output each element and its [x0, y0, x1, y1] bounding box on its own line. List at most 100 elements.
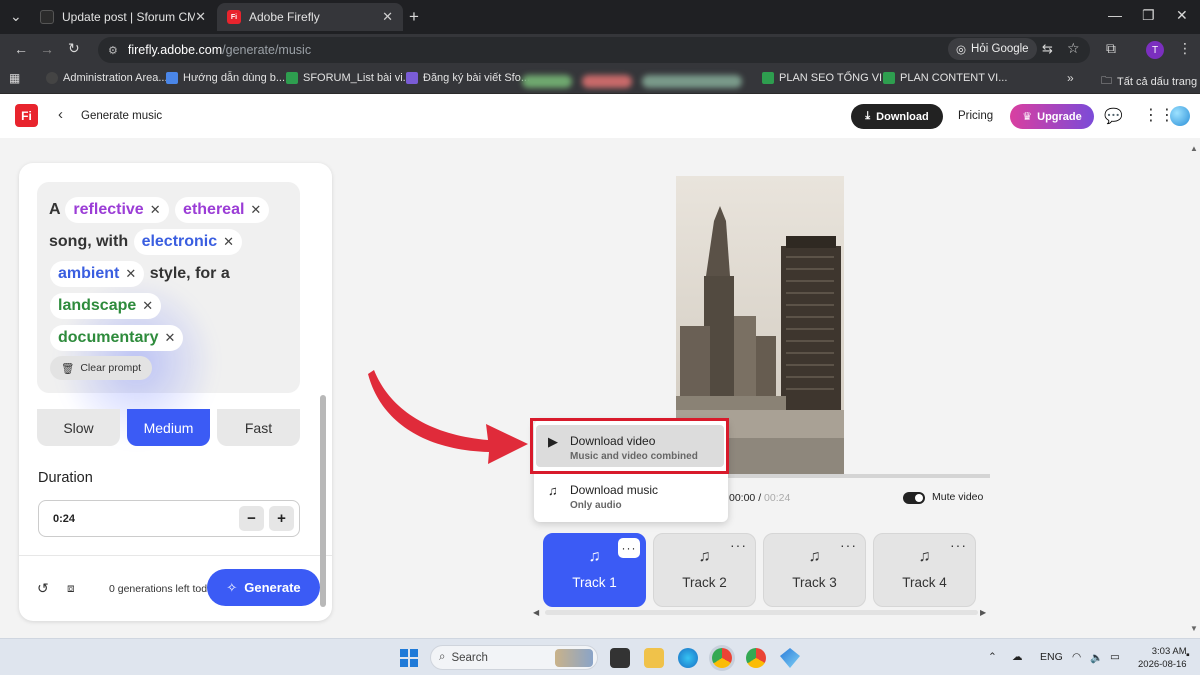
minimize-icon[interactable]: —: [1108, 7, 1122, 23]
bookmark-item[interactable]: Hướng dẫn dùng b...: [166, 72, 285, 84]
volume-icon[interactable]: 🔈: [1090, 651, 1103, 664]
scroll-left-icon[interactable]: ◀: [533, 608, 539, 617]
new-tab-icon[interactable]: +: [409, 7, 419, 27]
firefly-logo[interactable]: Fi: [15, 104, 38, 127]
apps-grid-icon[interactable]: ▦: [9, 71, 20, 85]
more-bookmarks-icon[interactable]: »: [1067, 71, 1074, 85]
back-chevron-icon[interactable]: ‹: [58, 106, 63, 123]
duration-increase-button[interactable]: +: [269, 506, 294, 531]
reload-icon[interactable]: ↻: [68, 40, 80, 57]
task-view-icon[interactable]: [610, 648, 630, 668]
close-tab-icon[interactable]: ✕: [382, 9, 393, 25]
ask-google-chip[interactable]: ◎ Hỏi Google: [948, 38, 1037, 60]
track-card-2[interactable]: ··· ♫ Track 2: [653, 533, 756, 607]
profile-avatar[interactable]: T: [1146, 41, 1164, 59]
duration-decrease-button[interactable]: −: [239, 506, 264, 531]
tempo-slow-button[interactable]: Slow: [37, 409, 120, 446]
scroll-down-icon[interactable]: ▼: [1190, 624, 1198, 633]
remove-tag-icon[interactable]: ✕: [250, 197, 261, 223]
tag-chip[interactable]: electronic ✕: [133, 229, 243, 255]
site-info-icon[interactable]: ⚙: [108, 44, 118, 57]
tag-chip[interactable]: landscape ✕: [50, 293, 162, 319]
bookmark-item[interactable]: Administration Area...: [46, 72, 168, 84]
bookmark-item[interactable]: Đăng ký bài viết Sfo...: [406, 72, 530, 84]
annotation-highlight-box: [530, 418, 729, 474]
upgrade-button[interactable]: ♛ Upgrade: [1010, 104, 1094, 129]
tracks-scrollbar[interactable]: [545, 610, 978, 615]
translate-icon[interactable]: ⇆: [1042, 41, 1053, 57]
bookmark-item[interactable]: PLAN CONTENT VI...: [883, 72, 1007, 84]
remove-tag-icon[interactable]: ✕: [150, 197, 161, 223]
firefly-favicon-icon: Fi: [227, 10, 241, 24]
track-label: Track 2: [682, 575, 727, 590]
browser-tab-bar: ⌄ Update post | Sforum CMS ✕ Fi Adobe Fi…: [0, 0, 1200, 34]
history-icon[interactable]: ↺: [37, 580, 49, 597]
ask-google-label: Hỏi Google: [971, 43, 1029, 55]
wifi-icon[interactable]: ◠: [1072, 651, 1081, 663]
feedback-icon[interactable]: 💬: [1104, 107, 1123, 125]
sheets-icon: [762, 72, 774, 84]
mute-video-toggle[interactable]: [903, 492, 925, 504]
url-bar[interactable]: ⚙ firefly.adobe.com/generate/music: [98, 37, 1090, 63]
tempo-medium-button[interactable]: Medium: [127, 409, 210, 446]
page-scrollbar[interactable]: ▲ ▼: [1188, 138, 1200, 638]
remove-tag-icon[interactable]: ✕: [223, 229, 234, 255]
bookmark-item[interactable]: SFORUM_List bài vi...: [286, 72, 412, 84]
bookmark-star-icon[interactable]: ☆: [1067, 40, 1080, 57]
generate-button[interactable]: ✧ Generate: [207, 569, 320, 606]
battery-icon[interactable]: ▭: [1110, 651, 1120, 663]
download-icon: ⤓: [865, 110, 871, 122]
system-clock[interactable]: 3:03 AM 2026-08-16: [1138, 645, 1187, 671]
tempo-fast-button[interactable]: Fast: [217, 409, 300, 446]
annotation-arrow-icon: [368, 370, 528, 464]
track-card-3[interactable]: ··· ♫ Track 3: [763, 533, 866, 607]
track-card-4[interactable]: ··· ♫ Track 4: [873, 533, 976, 607]
chrome-icon[interactable]: [712, 648, 732, 668]
remove-tag-icon[interactable]: ✕: [164, 325, 175, 351]
download-music-option[interactable]: ♫ Download music Only audio: [536, 474, 724, 516]
download-button[interactable]: ⤓ Download: [851, 104, 943, 129]
prompt-word: song, with: [49, 233, 129, 250]
remove-tag-icon[interactable]: ✕: [125, 261, 136, 287]
back-icon[interactable]: ←: [14, 41, 28, 57]
user-avatar[interactable]: [1170, 106, 1190, 126]
taskbar-search[interactable]: ⌕ Search: [430, 645, 598, 670]
pricing-link[interactable]: Pricing: [958, 110, 993, 122]
scroll-right-icon[interactable]: ▶: [980, 608, 986, 617]
file-explorer-icon[interactable]: [644, 648, 664, 668]
notification-icon[interactable]: ▪: [1186, 649, 1190, 661]
folder-icon: 🗀: [1101, 75, 1112, 87]
tab-adobe-firefly[interactable]: Fi Adobe Firefly ✕: [217, 3, 403, 31]
bookmark-label: PLAN SEO TỔNG VI...: [779, 72, 892, 84]
tray-chevron-icon[interactable]: ⌃: [988, 651, 997, 663]
extensions-icon[interactable]: ⧉: [1106, 40, 1116, 57]
close-tab-icon[interactable]: ✕: [195, 9, 206, 25]
app-icon[interactable]: [780, 648, 800, 668]
tab-sforum-cms[interactable]: Update post | Sforum CMS ✕: [30, 3, 216, 31]
all-bookmarks-folder[interactable]: 🗀 Tất cả dấu trang: [1101, 72, 1197, 91]
windows-start-icon[interactable]: [400, 649, 418, 667]
close-window-icon[interactable]: ✕: [1176, 7, 1188, 24]
forward-icon[interactable]: →: [40, 41, 54, 57]
onedrive-icon[interactable]: ☁: [1012, 651, 1023, 663]
scroll-up-icon[interactable]: ▲: [1190, 144, 1198, 153]
language-indicator[interactable]: ENG: [1040, 651, 1063, 663]
menu-kebab-icon[interactable]: ⋮: [1178, 40, 1192, 57]
tag-chip[interactable]: documentary ✕: [50, 325, 184, 351]
bookmark-item[interactable]: PLAN SEO TỔNG VI...: [762, 72, 891, 84]
panel-scrollbar[interactable]: [320, 395, 326, 607]
chrome-profile-icon[interactable]: [746, 648, 766, 668]
remove-tag-icon[interactable]: ✕: [142, 293, 153, 319]
clear-prompt-button[interactable]: 🗑 Clear prompt: [50, 356, 153, 380]
tag-chip[interactable]: reflective ✕: [65, 197, 169, 223]
tag-chip[interactable]: ambient ✕: [50, 261, 145, 287]
address-toolbar: ← → ↻ ⚙ firefly.adobe.com/generate/music…: [0, 34, 1200, 66]
restore-icon[interactable]: ❐: [1142, 7, 1155, 24]
track-card-1[interactable]: ··· ♫ Track 1: [543, 533, 646, 607]
tag-chip[interactable]: ethereal ✕: [175, 197, 270, 223]
tag-label: landscape: [58, 297, 137, 314]
tab-search-chevron-icon[interactable]: ⌄: [10, 8, 22, 25]
edge-icon[interactable]: [678, 648, 698, 668]
bookmark-label: PLAN CONTENT VI...: [900, 72, 1008, 84]
duration-stepper[interactable]: 0:24 − +: [38, 500, 300, 537]
